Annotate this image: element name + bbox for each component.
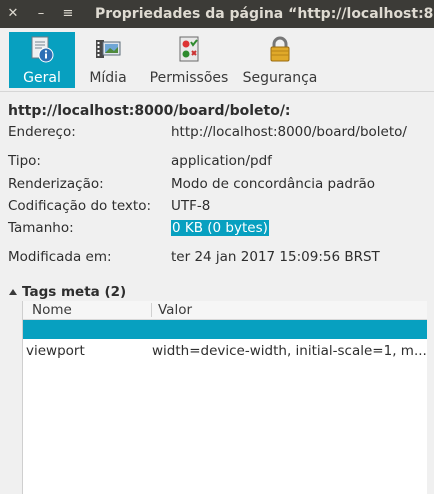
size-value-container[interactable]: 0 KB (0 bytes) — [171, 220, 269, 236]
type-value[interactable]: application/pdf — [171, 153, 272, 169]
window-titlebar: ✕ – ≡ Propriedades da página “http://loc… — [0, 0, 434, 28]
table-cell-value: width=device-width, initial-scale=1, m..… — [152, 343, 427, 359]
meta-tags-expander-label: Tags meta (2) — [22, 284, 127, 300]
modified-label: Modificada em: — [8, 249, 112, 265]
rendering-value[interactable]: Modo de concordância padrão — [171, 176, 375, 192]
modified-value[interactable]: ter 24 jan 2017 15:09:56 BRST — [171, 249, 380, 265]
column-divider[interactable] — [151, 303, 152, 317]
permissions-icon — [179, 36, 199, 62]
rendering-label: Renderização: — [8, 176, 104, 192]
column-header-value[interactable]: Valor — [158, 301, 192, 319]
column-header-name[interactable]: Nome — [32, 301, 72, 319]
window-menu-button[interactable]: ≡ — [60, 0, 76, 28]
close-window-button[interactable]: ✕ — [5, 0, 21, 28]
padlock-icon — [270, 36, 290, 62]
table-row[interactable]: viewport width=device-width, initial-sca… — [23, 339, 427, 362]
tab-permissoes[interactable]: Permissões — [145, 32, 233, 88]
size-value[interactable]: 0 KB (0 bytes) — [171, 220, 269, 236]
table-cell-name: viewport — [26, 343, 85, 359]
page-url-heading: http://localhost:8000/board/boleto/: — [8, 103, 291, 119]
media-icon — [96, 40, 121, 58]
toolbar-divider — [0, 91, 434, 92]
properties-tabbar: Geral Mídia Permissões Segurança — [0, 28, 434, 90]
tab-geral-label: Geral — [23, 70, 61, 86]
minimize-window-button[interactable]: – — [33, 0, 49, 28]
type-label: Tipo: — [8, 153, 41, 169]
tab-midia[interactable]: Mídia — [82, 32, 134, 88]
meta-tags-header: Nome Valor — [23, 301, 427, 320]
tab-permissoes-label: Permissões — [149, 70, 229, 86]
tab-seguranca-label: Segurança — [242, 70, 318, 86]
tab-seguranca[interactable]: Segurança — [240, 32, 320, 88]
address-label: Endereço: — [8, 124, 76, 140]
encoding-value[interactable]: UTF-8 — [171, 198, 210, 214]
tab-geral[interactable]: Geral — [9, 32, 75, 88]
size-label: Tamanho: — [8, 220, 74, 236]
table-row-selected[interactable] — [23, 320, 427, 339]
window-title: Propriedades da página “http://localhost… — [95, 6, 434, 22]
expander-triangle-icon — [9, 289, 17, 295]
info-page-icon — [31, 36, 54, 63]
encoding-label: Codificação do texto: — [8, 198, 152, 214]
meta-tags-table[interactable]: Nome Valor viewport width=device-width, … — [22, 301, 427, 494]
meta-tags-expander[interactable]: Tags meta (2) — [9, 284, 126, 300]
address-value[interactable]: http://localhost:8000/board/boleto/ — [171, 124, 407, 140]
tab-midia-label: Mídia — [89, 70, 127, 86]
